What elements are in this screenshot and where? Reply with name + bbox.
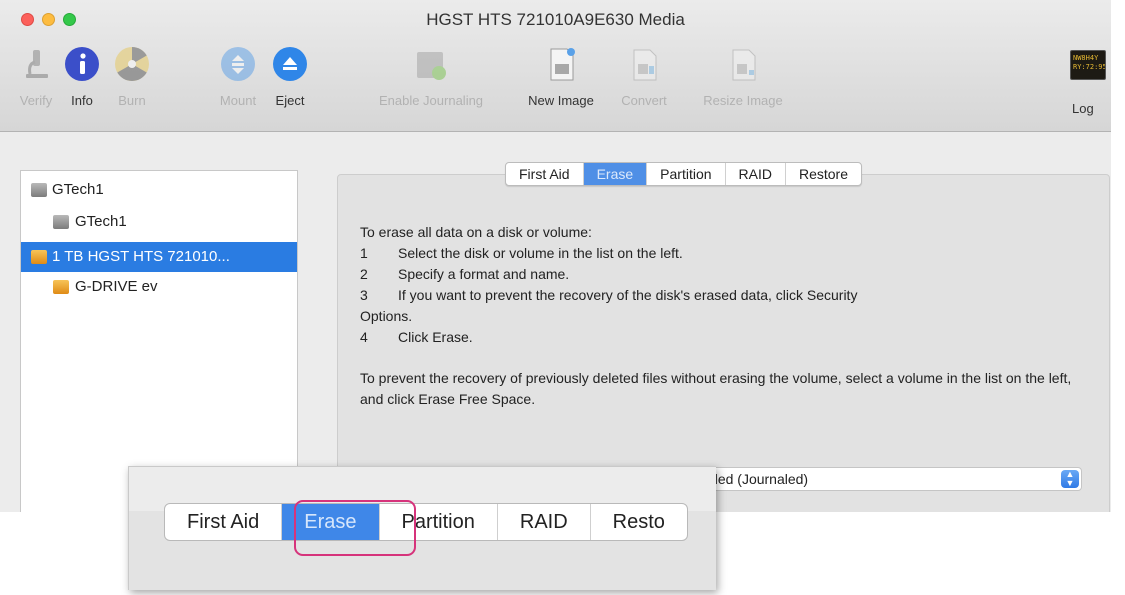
erase-tab-highlight bbox=[294, 500, 416, 556]
tab-raid[interactable]: RAID bbox=[726, 163, 786, 185]
log-label[interactable]: Log bbox=[1072, 101, 1094, 116]
zoom-callout: First Aid Erase Partition RAID Resto bbox=[128, 466, 716, 590]
info-button[interactable]: Info bbox=[62, 46, 102, 116]
enable-journaling-label: Enable Journaling bbox=[378, 93, 484, 108]
window-title: HGST HTS 721010A9E630 Media bbox=[426, 10, 685, 29]
log-icon[interactable]: NW8H4Y RY:72:95 bbox=[1070, 50, 1106, 80]
eject-button[interactable]: Eject bbox=[270, 46, 310, 116]
burn-button[interactable]: Burn bbox=[112, 46, 152, 116]
erase-step: 2 Specify a format and name. bbox=[360, 264, 1080, 285]
mount-button[interactable]: Mount bbox=[218, 46, 258, 116]
info-icon bbox=[65, 47, 99, 81]
new-image-label: New Image bbox=[528, 93, 594, 108]
zoom-tab-raid[interactable]: RAID bbox=[498, 504, 591, 540]
convert-label: Convert bbox=[621, 93, 667, 108]
zoom-tab-restore[interactable]: Resto bbox=[591, 504, 687, 540]
convert-icon bbox=[633, 49, 657, 81]
sidebar-item-label: 1 TB HGST HTS 721010... bbox=[52, 248, 230, 265]
zoom-tab-bar: First Aid Erase Partition RAID Resto bbox=[164, 503, 688, 541]
tab-bar: First Aid Erase Partition RAID Restore bbox=[505, 162, 862, 186]
mount-label: Mount bbox=[219, 93, 257, 108]
resize-image-icon bbox=[732, 49, 756, 81]
step-number: 2 bbox=[360, 266, 368, 282]
eject-label: Eject bbox=[275, 93, 305, 108]
burn-icon bbox=[115, 47, 149, 81]
sidebar-item-gdrive-volume[interactable]: G-DRIVE ev bbox=[21, 272, 297, 302]
zoom-tab-first-aid[interactable]: First Aid bbox=[165, 504, 283, 540]
convert-button[interactable]: Convert bbox=[614, 46, 674, 116]
step-number: 1 bbox=[360, 245, 368, 261]
burn-label: Burn bbox=[118, 93, 146, 108]
format-select[interactable]: S Extended (Journaled) ▲ ▼ bbox=[652, 467, 1082, 491]
step-number: 3 bbox=[360, 287, 368, 303]
volume-icon bbox=[53, 215, 69, 229]
new-image-icon bbox=[550, 48, 575, 81]
sidebar-item-label: G-DRIVE ev bbox=[75, 278, 158, 295]
journaling-icon bbox=[417, 52, 446, 80]
erase-instructions: To erase all data on a disk or volume: 1… bbox=[360, 222, 1080, 410]
step-continuation: Options. bbox=[360, 308, 413, 324]
step-text: If you want to prevent the recovery of t… bbox=[398, 287, 858, 303]
tab-erase[interactable]: Erase bbox=[583, 163, 648, 185]
volume-icon bbox=[53, 280, 69, 294]
verify-button[interactable]: Verify bbox=[16, 46, 56, 116]
new-image-button[interactable]: New Image bbox=[523, 46, 599, 116]
enable-journaling-button[interactable]: Enable Journaling bbox=[376, 46, 486, 116]
resize-image-button[interactable]: Resize Image bbox=[700, 46, 786, 116]
sidebar-item-label: GTech1 bbox=[52, 181, 104, 198]
hard-disk-icon bbox=[31, 183, 47, 197]
disk-utility-window: HGST HTS 721010A9E630 Media Verify Info bbox=[0, 0, 1111, 512]
eject-icon bbox=[273, 47, 307, 81]
tab-first-aid[interactable]: First Aid bbox=[506, 163, 584, 185]
erase-free-space-note: To prevent the recovery of previously de… bbox=[360, 370, 1072, 407]
mount-icon bbox=[221, 47, 255, 81]
erase-step: 4 Click Erase. bbox=[360, 327, 1080, 348]
sidebar-item-hgst-disk[interactable]: 1 TB HGST HTS 721010... bbox=[21, 242, 297, 272]
erase-intro: To erase all data on a disk or volume: bbox=[360, 224, 592, 240]
tab-restore[interactable]: Restore bbox=[786, 163, 861, 185]
chevron-updown-icon: ▲ ▼ bbox=[1061, 470, 1079, 488]
hard-disk-icon bbox=[31, 250, 47, 264]
sidebar-item-gtech1-volume[interactable]: GTech1 bbox=[21, 207, 297, 237]
step-text: Select the disk or volume in the list on… bbox=[398, 245, 683, 261]
step-number: 4 bbox=[360, 329, 368, 345]
sidebar-item-label: GTech1 bbox=[75, 213, 127, 230]
info-label: Info bbox=[71, 93, 93, 108]
toolbar: HGST HTS 721010A9E630 Media Verify Info bbox=[0, 0, 1111, 132]
resize-image-label: Resize Image bbox=[703, 93, 783, 108]
tab-partition[interactable]: Partition bbox=[647, 163, 726, 185]
step-text: Click Erase. bbox=[398, 329, 473, 345]
disk-list: GTech1 GTech1 1 TB HGST HTS 721010... G-… bbox=[20, 170, 298, 512]
step-text: Specify a format and name. bbox=[398, 266, 570, 282]
erase-step: 1 Select the disk or volume in the list … bbox=[360, 243, 1080, 264]
erase-step: 3 If you want to prevent the recovery of… bbox=[360, 285, 1080, 306]
microscope-icon bbox=[26, 50, 48, 78]
sidebar-item-gtech1-disk[interactable]: GTech1 bbox=[21, 175, 297, 205]
verify-label: Verify bbox=[19, 93, 53, 108]
